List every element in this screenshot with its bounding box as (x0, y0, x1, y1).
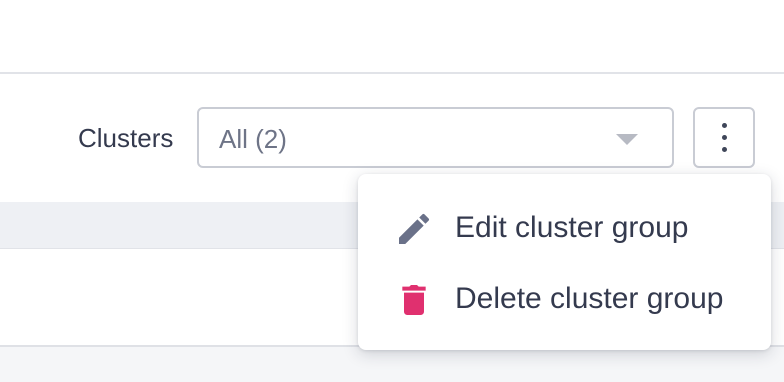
clusters-label: Clusters (78, 123, 174, 153)
menu-item-delete-cluster-group[interactable]: Delete cluster group (358, 264, 771, 332)
kebab-dot (722, 135, 727, 140)
kebab-dot (722, 147, 727, 152)
pencil-icon (394, 209, 434, 249)
actions-dropdown-menu: Edit cluster group Delete cluster group (358, 174, 771, 350)
trash-icon (394, 280, 434, 320)
menu-item-label: Edit cluster group (455, 211, 689, 244)
menu-item-edit-cluster-group[interactable]: Edit cluster group (358, 193, 771, 261)
clusters-select-value: All (2) (219, 124, 287, 154)
menu-item-label: Delete cluster group (455, 282, 724, 315)
kebab-dot (722, 123, 727, 128)
more-actions-button[interactable] (693, 107, 755, 168)
page-header-area (0, 0, 784, 74)
clusters-select[interactable]: All (2) (197, 107, 674, 168)
chevron-down-icon (616, 134, 638, 145)
